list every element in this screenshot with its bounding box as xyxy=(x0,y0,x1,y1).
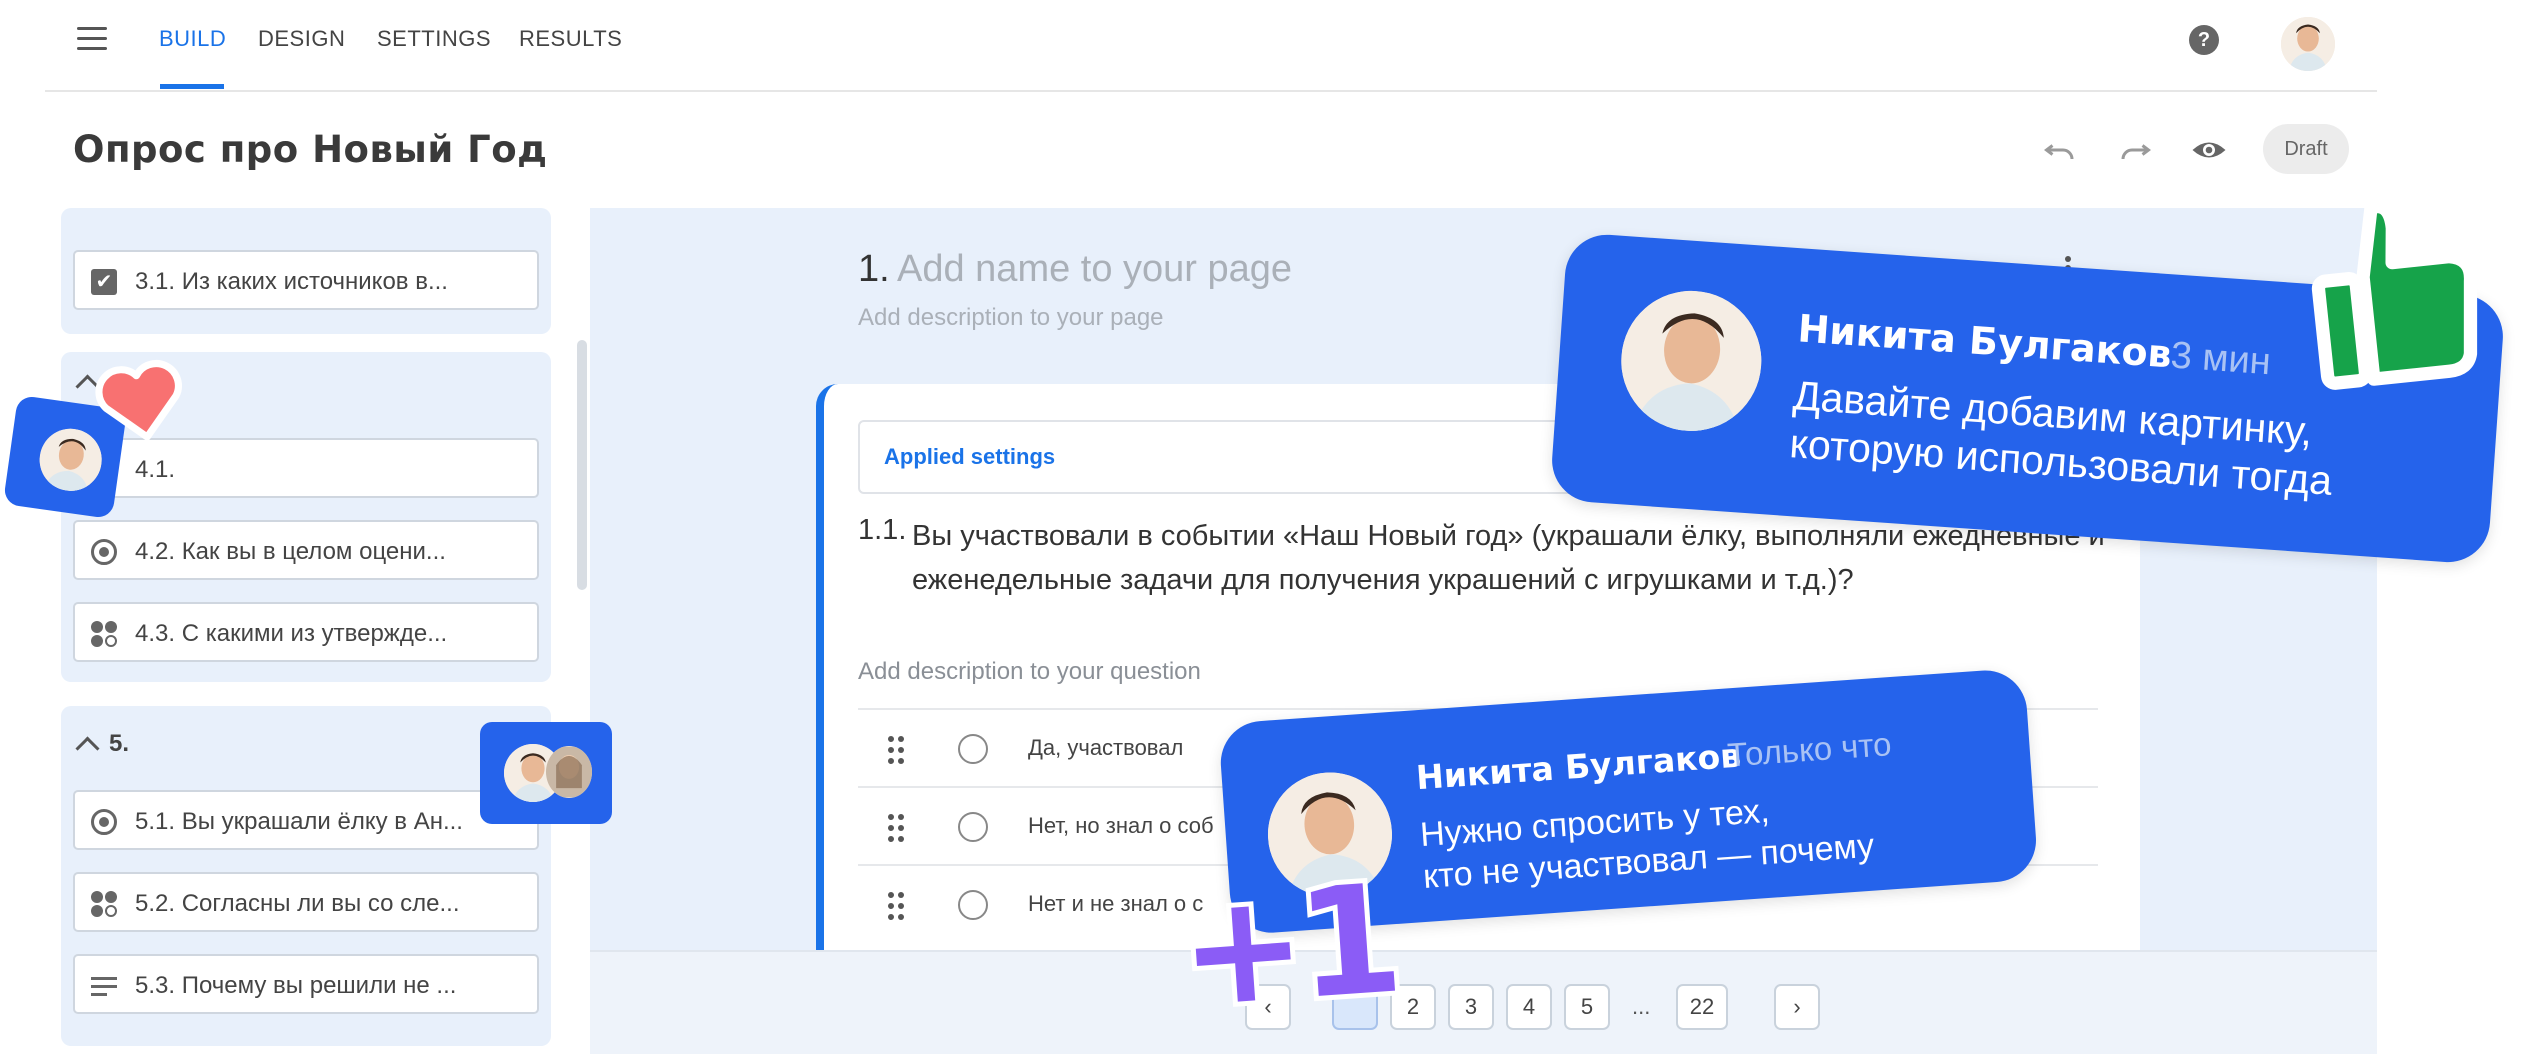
sidebar-item-5-3[interactable]: 5.3. Почему вы решили не ... xyxy=(73,954,539,1014)
tab-results[interactable]: RESULTS xyxy=(519,26,622,52)
avatar xyxy=(546,746,592,798)
sidebar-item-5-1[interactable]: 5.1. Вы украшали ёлку в Ан... xyxy=(73,790,539,850)
heart-icon xyxy=(90,355,193,449)
avatar xyxy=(35,424,106,495)
undo-icon[interactable] xyxy=(2042,132,2078,168)
sidebar-item-label: 4.2. Как вы в целом оцени... xyxy=(135,538,446,565)
radio-icon xyxy=(91,539,117,565)
sidebar-scrollbar[interactable] xyxy=(577,340,587,590)
sidebar-item-4-2[interactable]: 4.2. Как вы в целом оцени... xyxy=(73,520,539,580)
avatar[interactable] xyxy=(2281,17,2335,71)
sidebar-item-4-3[interactable]: 4.3. С какими из утвержде... xyxy=(73,602,539,662)
sidebar-item-label: 4.1. xyxy=(135,456,176,483)
page-button[interactable]: 5 xyxy=(1564,984,1610,1030)
page-description-input[interactable]: Add description to your page xyxy=(858,304,1164,332)
drag-handle-icon[interactable] xyxy=(888,892,906,920)
page-button[interactable]: 3 xyxy=(1448,984,1494,1030)
page-button[interactable]: 4 xyxy=(1506,984,1552,1030)
page-title[interactable]: Опрос про Новый Год xyxy=(73,128,548,171)
sidebar-group-3: ✔ 3.1. Из каких источников в... xyxy=(61,208,551,334)
pagination: ‹ 2 3 4 5 ... 22 › xyxy=(590,950,2377,1054)
drag-handle-icon[interactable] xyxy=(888,814,906,842)
radio-button[interactable] xyxy=(958,812,988,842)
radio-icon xyxy=(91,809,117,835)
preview-eye-icon[interactable] xyxy=(2191,132,2227,168)
question-text[interactable]: Вы участвовали в событии «Наш Новый год»… xyxy=(912,514,2112,602)
sidebar-item-3-1[interactable]: ✔ 3.1. Из каких источников в... xyxy=(73,250,539,310)
page-button-last[interactable]: 22 xyxy=(1676,984,1728,1030)
page-number: 1. xyxy=(858,248,890,290)
drag-handle-icon[interactable] xyxy=(888,736,906,764)
collaborators-avatar-sticker xyxy=(480,722,612,824)
sidebar-item-label: 5.3. Почему вы решили не ... xyxy=(135,972,457,999)
comment-time: Только что xyxy=(1726,725,1893,774)
sidebar-item-label: 5.1. Вы украшали ёлку в Ан... xyxy=(135,808,463,835)
tab-design[interactable]: DESIGN xyxy=(258,26,345,52)
sidebar: ✔ 3.1. Из каких источников в... 4.1. 4.2… xyxy=(45,208,590,1054)
sidebar-item-5-2[interactable]: 5.2. Согласны ли вы со сле... xyxy=(73,872,539,932)
tab-build[interactable]: BUILD xyxy=(159,26,226,52)
question-number: 1.1. xyxy=(858,514,907,546)
page-name-input[interactable]: Add name to your page xyxy=(897,248,1292,291)
plus-one-sticker: +1 xyxy=(1169,848,1405,1047)
sidebar-group-title: 5. xyxy=(109,730,130,757)
help-icon[interactable]: ? xyxy=(2189,25,2219,55)
tab-settings[interactable]: SETTINGS xyxy=(377,26,491,52)
title-bar: Опрос про Новый Год Draft xyxy=(45,92,2377,210)
radio-button[interactable] xyxy=(958,734,988,764)
menu-icon[interactable] xyxy=(77,27,107,51)
comment-author: Никита Булгаков xyxy=(1414,735,1743,798)
comment-author: Никита Булгаков xyxy=(1796,306,2174,377)
pagination-ellipsis: ... xyxy=(1632,994,1651,1019)
sidebar-item-label: 3.1. Из каких источников в... xyxy=(135,268,448,295)
answer-option-label[interactable]: Нет, но знал о соб xyxy=(1028,813,1214,839)
active-tab-indicator xyxy=(160,84,224,89)
matrix-icon xyxy=(91,621,117,647)
sidebar-group-5: 5. 5.1. Вы украшали ёлку в Ан... 5.2. Со… xyxy=(61,706,551,1046)
text-lines-icon xyxy=(91,973,117,999)
avatar xyxy=(1616,286,1767,436)
answer-option-label[interactable]: Да, участвовал xyxy=(1028,735,1183,761)
matrix-icon xyxy=(91,891,117,917)
sidebar-item-4-1[interactable]: 4.1. xyxy=(73,438,539,498)
applied-settings-label: Applied settings xyxy=(884,444,1056,469)
checkbox-icon: ✔ xyxy=(91,269,117,295)
radio-button[interactable] xyxy=(958,890,988,920)
redo-icon[interactable] xyxy=(2117,132,2153,168)
thumbs-up-icon xyxy=(2290,181,2500,400)
next-page-button[interactable]: › xyxy=(1774,984,1820,1030)
comment-time: 3 мин xyxy=(2169,334,2273,384)
sidebar-item-label: 4.3. С какими из утвержде... xyxy=(135,620,448,647)
draft-status-button[interactable]: Draft xyxy=(2263,124,2349,174)
top-navigation: BUILD DESIGN SETTINGS RESULTS ? xyxy=(45,0,2377,92)
question-description-input[interactable]: Add description to your question xyxy=(858,658,1201,686)
chevron-up-icon[interactable] xyxy=(75,736,100,761)
sidebar-item-label: 5.2. Согласны ли вы со сле... xyxy=(135,890,460,917)
